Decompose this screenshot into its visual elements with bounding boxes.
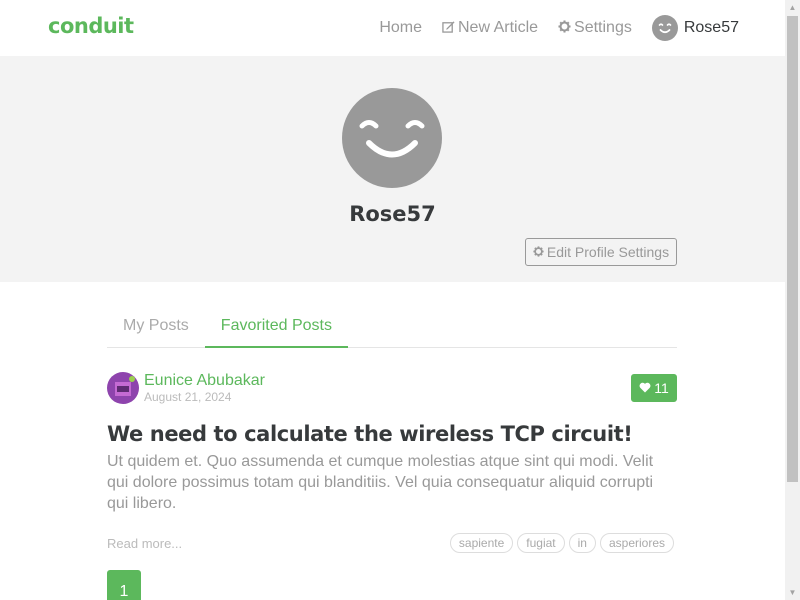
- feed-tabs: My Posts Favorited Posts: [107, 306, 677, 348]
- nav-username: Rose57: [683, 19, 739, 36]
- favorite-button[interactable]: 11: [631, 374, 677, 402]
- read-more-link[interactable]: Read more...: [107, 536, 182, 551]
- edit-icon: [442, 20, 455, 36]
- author-name[interactable]: Eunice Abubakar: [144, 372, 265, 389]
- scroll-down-arrow-icon[interactable]: ▼: [785, 585, 800, 600]
- favorite-count: 11: [654, 380, 669, 396]
- profile-avatar: [342, 88, 442, 188]
- nav-new-article-label: New Article: [458, 19, 539, 36]
- article-preview: Eunice Abubakar August 21, 2024 11 We ne…: [107, 372, 677, 554]
- gear-icon: [558, 20, 571, 36]
- scrollbar[interactable]: ▲ ▼: [785, 0, 800, 600]
- article-footer: Read more... sapiente fugiat in asperior…: [107, 532, 677, 554]
- tab-favorited-posts[interactable]: Favorited Posts: [204, 306, 348, 348]
- scrollbar-thumb[interactable]: [787, 16, 798, 482]
- tab-my-posts[interactable]: My Posts: [107, 306, 205, 348]
- nav-new-article[interactable]: New Article: [442, 19, 538, 37]
- avatar: [651, 15, 678, 41]
- heart-icon: [639, 380, 651, 396]
- article-title[interactable]: We need to calculate the wireless TCP ci…: [107, 421, 677, 447]
- nav-links: Home New Article Settings Rose57: [379, 0, 739, 56]
- tag-list: sapiente fugiat in asperiores: [449, 533, 674, 553]
- edit-profile-settings-label: Edit Profile Settings: [546, 244, 670, 260]
- pagination-page-1[interactable]: 1: [107, 570, 141, 600]
- nav-settings-label: Settings: [574, 19, 632, 36]
- profile-username: Rose57: [349, 202, 436, 226]
- navbar: conduit Home New Article Settings Rose57: [0, 0, 785, 56]
- scroll-up-arrow-icon[interactable]: ▲: [785, 0, 800, 15]
- tag-pill: in: [568, 533, 596, 553]
- article-meta: Eunice Abubakar August 21, 2024 11: [107, 372, 677, 404]
- tag-pill: sapiente: [449, 533, 514, 553]
- author-avatar[interactable]: [107, 372, 139, 404]
- edit-profile-settings-button[interactable]: Edit Profile Settings: [525, 238, 677, 266]
- nav-profile[interactable]: Rose57: [651, 15, 739, 41]
- article-meta-info: Eunice Abubakar August 21, 2024: [144, 372, 265, 404]
- profile-banner: Rose57 Edit Profile Settings: [0, 56, 785, 282]
- nav-home-label: Home: [379, 19, 422, 36]
- nav-settings[interactable]: Settings: [558, 19, 632, 37]
- nav-home[interactable]: Home: [379, 19, 422, 37]
- article-description: Ut quidem et. Quo assumenda et cumque mo…: [107, 453, 654, 512]
- gear-icon: [533, 244, 544, 260]
- article-date: August 21, 2024: [144, 390, 232, 404]
- tag-pill: fugiat: [517, 533, 565, 553]
- brand-logo[interactable]: conduit: [48, 14, 134, 38]
- tag-pill: asperiores: [599, 533, 674, 553]
